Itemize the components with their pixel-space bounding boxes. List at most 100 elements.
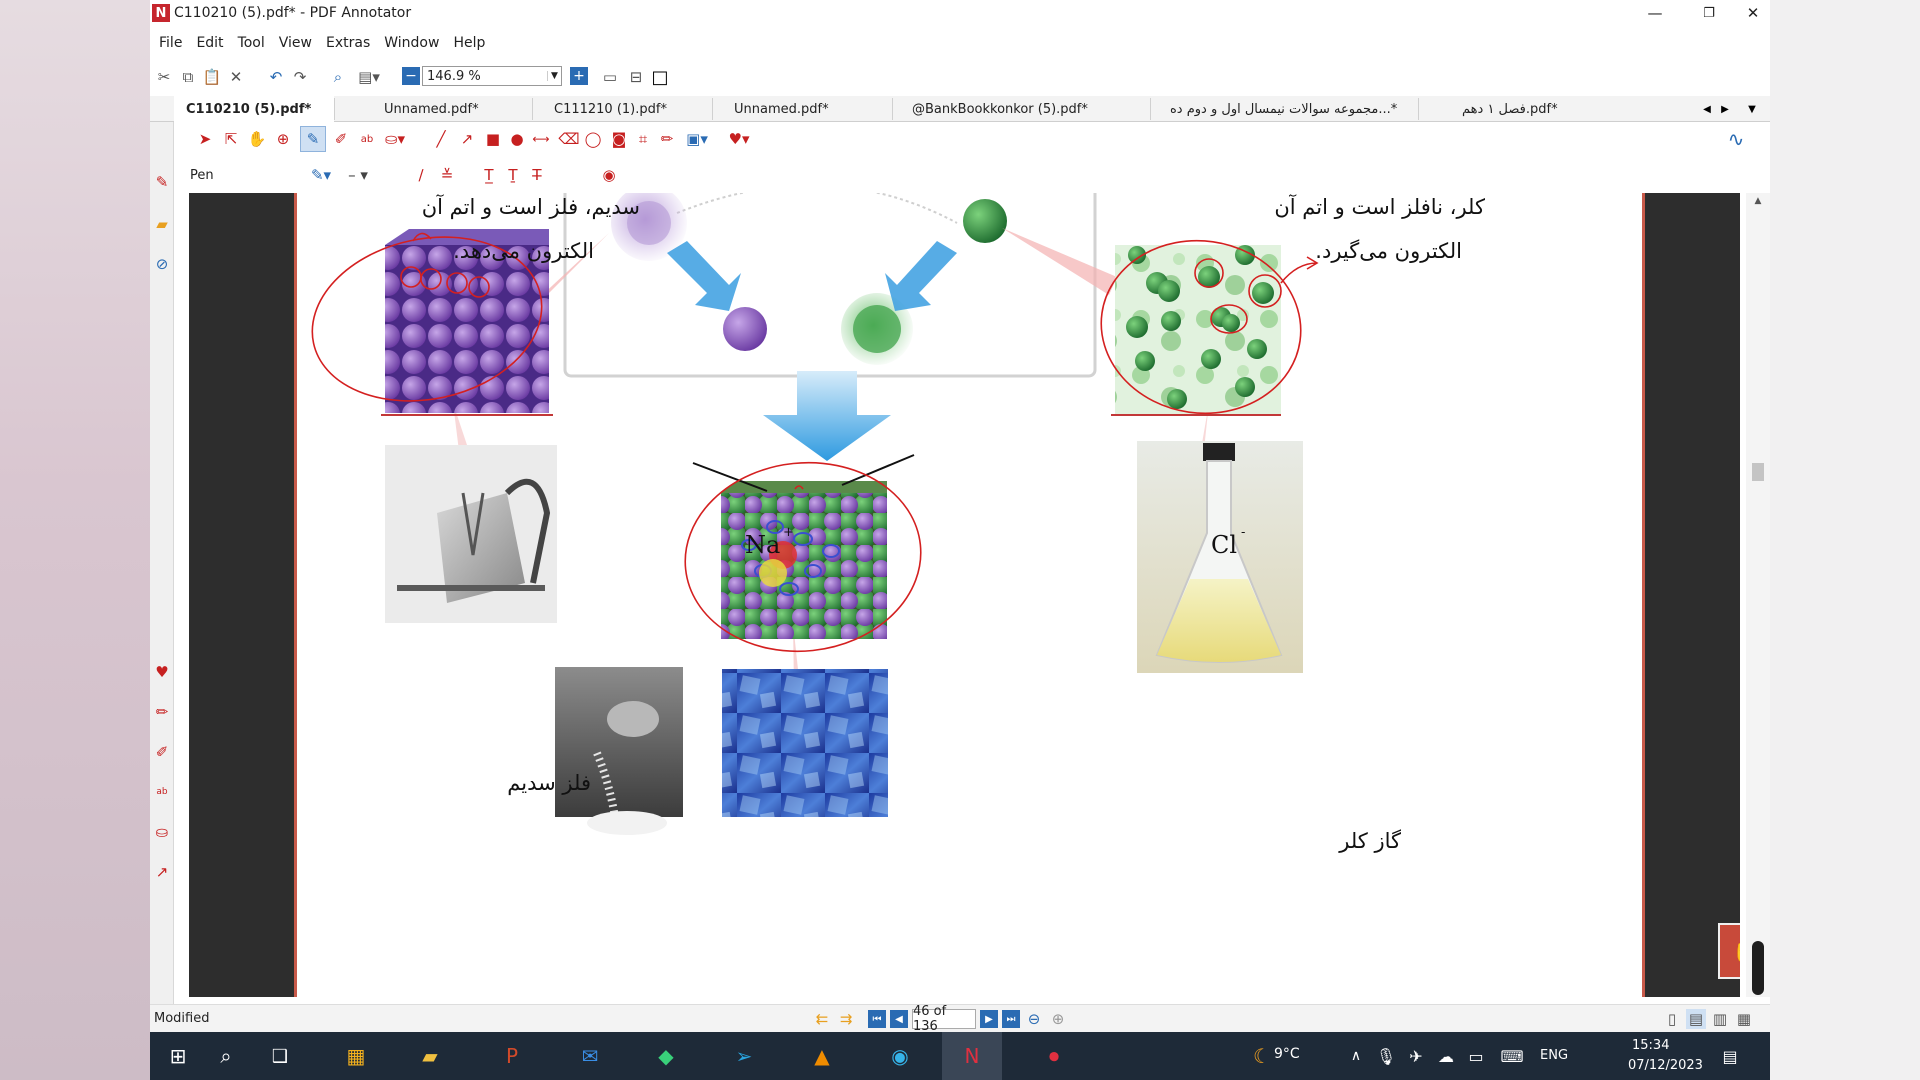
delete-icon[interactable]: ✕ — [226, 67, 246, 87]
favorites-icon[interactable]: ♥▾ — [724, 128, 754, 150]
undo-icon[interactable]: ↶ — [266, 67, 286, 87]
cut-icon[interactable]: ✂ — [154, 67, 174, 87]
lasso-icon[interactable]: ◯ — [582, 128, 604, 150]
tab-scroll-left-icon[interactable]: ◀ — [1698, 100, 1716, 118]
line-icon[interactable]: ╱ — [430, 128, 452, 150]
text-strikeout-icon[interactable]: T̶ — [526, 164, 548, 186]
view-grid-icon[interactable]: ▦ — [1734, 1009, 1754, 1029]
select-text-icon[interactable]: ⇱ — [220, 128, 242, 150]
task-view-icon[interactable]: ❑ — [264, 1040, 296, 1072]
sidebar-stamp-icon[interactable]: ⛀ — [152, 822, 172, 842]
line-style-icon[interactable]: – ▾ — [342, 164, 374, 186]
view-facing-icon[interactable]: ▥ — [1710, 1009, 1730, 1029]
zoom-tool-icon[interactable]: ⊕ — [272, 128, 294, 150]
hand-icon[interactable]: ✋ — [246, 128, 268, 150]
forward-history-icon[interactable]: ⇉ — [836, 1009, 856, 1029]
scan-icon[interactable]: ▤▾ — [356, 67, 382, 87]
prev-page-icon[interactable]: ◀ — [890, 1010, 908, 1028]
mail-icon[interactable]: ✉ — [574, 1040, 606, 1072]
zoom-in-icon[interactable]: + — [570, 67, 588, 85]
close-button[interactable]: ✕ — [1736, 0, 1770, 26]
pen-preview-icon[interactable]: ∿ — [1716, 127, 1756, 151]
cloud-icon[interactable]: ☁ — [1430, 1040, 1462, 1072]
find-icon[interactable]: ⌕ — [328, 67, 348, 87]
page-number-field[interactable]: 46 of 136 — [912, 1004, 976, 1032]
select-arrow-icon[interactable]: ➤ — [194, 128, 216, 150]
ellipse-icon[interactable]: ● — [506, 128, 528, 150]
maximize-button[interactable]: ❐ — [1682, 0, 1736, 26]
fit-width-icon[interactable]: ⊟ — [626, 67, 646, 87]
marker-icon[interactable]: ✏ — [656, 128, 678, 150]
airplane-icon[interactable]: ✈ — [1400, 1040, 1432, 1072]
arrow-icon[interactable]: ↗ — [456, 128, 478, 150]
edge-icon[interactable]: ◉ — [884, 1040, 916, 1072]
redo-icon[interactable]: ↷ — [290, 67, 310, 87]
menu-help[interactable]: Help — [448, 35, 490, 51]
zoom-field[interactable]: 146.9 % ▼ — [422, 66, 562, 86]
sidebar-pen-icon[interactable]: ✎ — [152, 172, 172, 192]
menu-extras[interactable]: Extras — [321, 35, 375, 51]
tab-bankbookkonkor[interactable]: @BankBookkonkor (5).pdf* — [900, 96, 1150, 122]
tab-list-icon[interactable]: ▼ — [1742, 100, 1762, 118]
scroll-marker[interactable] — [1752, 941, 1764, 995]
vertical-scrollbar[interactable]: ▲ — [1746, 193, 1770, 997]
store-icon[interactable]: ▦ — [340, 1040, 372, 1072]
app-icon[interactable]: ◆ — [650, 1040, 682, 1072]
scroll-up-icon[interactable]: ▲ — [1750, 193, 1766, 209]
vlc-icon[interactable]: ▲ — [806, 1040, 838, 1072]
copy-icon[interactable]: ⧉ — [178, 67, 198, 87]
tab-fasl1[interactable]: فصل ۱ دهم.pdf* — [1450, 96, 1610, 122]
ruler-icon[interactable]: ◉ — [598, 164, 620, 186]
go-back-icon[interactable]: ⊖ — [1024, 1009, 1044, 1029]
sidebar-heart-icon[interactable]: ♥ — [152, 662, 172, 682]
clock-date[interactable]: 07/12/2023 — [1628, 1058, 1703, 1073]
menu-view[interactable]: View — [274, 35, 317, 51]
start-icon[interactable]: ⊞ — [162, 1040, 194, 1072]
rectangle-icon[interactable]: ■ — [482, 128, 504, 150]
tab-scroll-right-icon[interactable]: ▶ — [1716, 100, 1734, 118]
folder-icon[interactable]: ▰ — [152, 214, 172, 234]
pen-tool-icon[interactable]: ✎ — [300, 126, 326, 152]
notification-icon[interactable]: ▤ — [1714, 1040, 1746, 1072]
sidebar-textbox-icon[interactable]: ab — [152, 782, 172, 802]
back-history-icon[interactable]: ⇇ — [812, 1009, 832, 1029]
first-page-icon[interactable]: ⏮ — [868, 1010, 886, 1028]
smoothing-icon[interactable]: ∕ — [410, 164, 432, 186]
tray-expand-icon[interactable]: ∧ — [1340, 1040, 1372, 1072]
attachment-icon[interactable]: ⊘ — [152, 254, 172, 274]
eraser-icon[interactable]: ⌫ — [558, 128, 580, 150]
insert-image-icon[interactable]: ▣▾ — [682, 128, 712, 150]
next-page-icon[interactable]: ▶ — [980, 1010, 998, 1028]
telegram-icon[interactable]: ➢ — [728, 1040, 760, 1072]
crop-icon[interactable]: ⌗ — [632, 128, 654, 150]
recorder-icon[interactable]: ⏺ — [1038, 1040, 1070, 1072]
microphone-icon[interactable]: 🎙 — [1370, 1040, 1402, 1072]
camera-icon[interactable]: ◙ — [608, 128, 630, 150]
chevron-down-icon[interactable]: ▼ — [547, 71, 561, 81]
language-indicator[interactable]: ENG — [1540, 1048, 1568, 1063]
view-continuous-icon[interactable]: ▤ — [1686, 1009, 1706, 1029]
tab-unnamed-1[interactable]: Unnamed.pdf* — [372, 96, 532, 122]
paste-icon[interactable]: 📋 — [202, 67, 222, 87]
tab-c110210-5[interactable]: C110210 (5).pdf* — [174, 96, 334, 122]
view-single-icon[interactable]: ▯ — [1662, 1009, 1682, 1029]
sidebar-arrow-icon[interactable]: ↗ — [152, 862, 172, 882]
menu-tool[interactable]: Tool — [233, 35, 270, 51]
tab-c111210-1[interactable]: C111210 (1).pdf* — [542, 96, 712, 122]
pdf-page[interactable]: سدیم، فلز است و اتم آن الکترون می‌دهد. ک… — [294, 193, 1645, 997]
pressure-icon[interactable]: ≚ — [436, 164, 458, 186]
text-squiggly-icon[interactable]: Ṯ — [502, 164, 524, 186]
file-explorer-icon[interactable]: ▰ — [414, 1040, 446, 1072]
keyboard-icon[interactable]: ⌨ — [1496, 1040, 1528, 1072]
scrollbar-thumb[interactable] — [1752, 463, 1764, 481]
tab-majmooe[interactable]: مجموعه سوالات نیمسال اول و دوم ده...* — [1158, 96, 1418, 122]
search-icon[interactable]: ⌕ — [210, 1040, 242, 1072]
menu-file[interactable]: File — [154, 35, 187, 51]
document-view[interactable]: سدیم، فلز است و اتم آن الکترون می‌دهد. ک… — [189, 193, 1740, 997]
sidebar-pencil-icon[interactable]: ✏ — [152, 702, 172, 722]
zoom-out-icon[interactable]: − — [402, 67, 420, 85]
highlighter-icon[interactable]: ✐ — [330, 128, 352, 150]
menu-window[interactable]: Window — [379, 35, 444, 51]
pen-color-icon[interactable]: ✎▾ — [306, 164, 336, 186]
clock-time[interactable]: 15:34 — [1632, 1038, 1669, 1053]
